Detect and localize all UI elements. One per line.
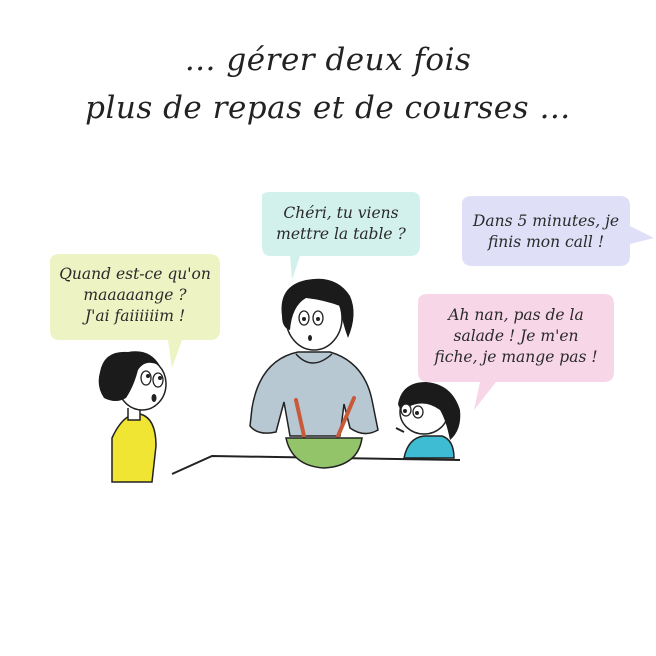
bubble-boy-text: Quand est-ce qu'on maaaaange ? J'ai faii… [59, 265, 211, 325]
girl-mouth [395, 427, 405, 433]
boy-eye-left [140, 370, 152, 386]
girl-pupil-left [403, 409, 407, 413]
boy-figure [98, 351, 167, 483]
bubble-father-text: Dans 5 minutes, je finis mon call ! [472, 212, 620, 251]
mother-mouth [308, 335, 312, 341]
boy-pupil-left [146, 374, 150, 378]
comic-panel: … gérer deux fois plus de repas et de co… [0, 0, 656, 656]
boy-eye-right [152, 372, 164, 388]
boy-shirt [111, 413, 157, 483]
girl-figure [395, 382, 461, 459]
mother-figure [249, 278, 379, 469]
boy-mouth [151, 394, 157, 402]
girl-pupil-right [415, 411, 419, 415]
mother-pupil-left [302, 317, 306, 321]
mother-sweater [249, 351, 379, 437]
boy-pupil-right [158, 376, 162, 380]
girl-shirt [403, 435, 455, 459]
salad-bowl [285, 437, 363, 469]
mother-pupil-right [316, 317, 320, 321]
bubble-mother-text: Chéri, tu viens mettre la table ? [276, 204, 406, 243]
bubble-girl-text: Ah nan, pas de la salade ! Je m'en fiche… [434, 306, 598, 366]
